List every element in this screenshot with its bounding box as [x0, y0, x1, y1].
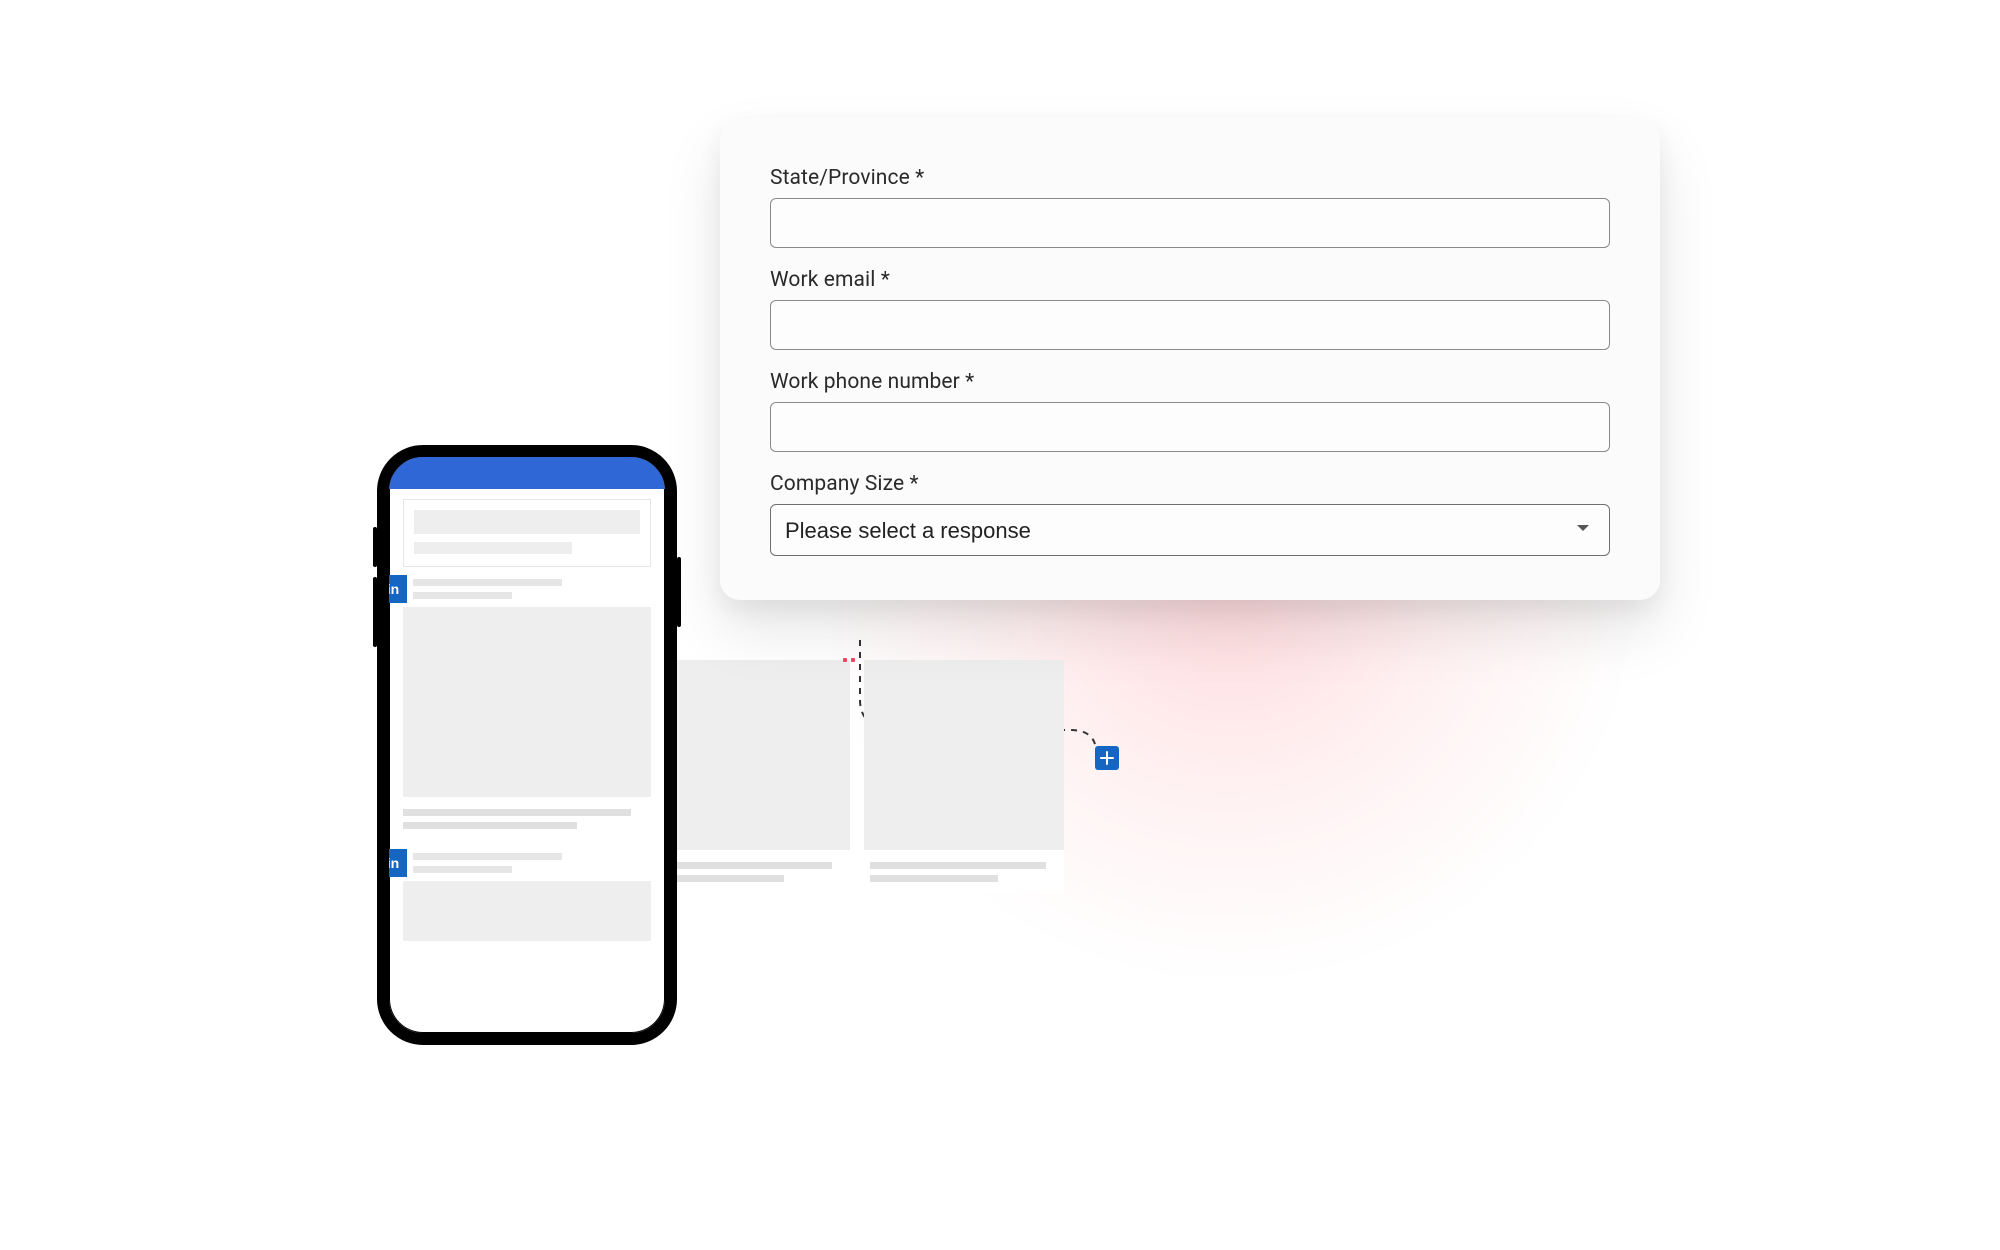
linkedin-icon: in — [389, 849, 407, 877]
connector-dots — [843, 658, 855, 662]
placeholder-subtitle — [414, 542, 572, 554]
phone-status-bar — [389, 457, 665, 489]
field-email: Work email * — [770, 268, 1610, 350]
field-phone: Work phone number * — [770, 370, 1610, 452]
add-step-button[interactable] — [1095, 746, 1119, 770]
feed-header-card — [403, 499, 651, 567]
linkedin-glyph: in — [389, 856, 399, 870]
phone-power-button — [677, 557, 681, 627]
placeholder-line — [413, 866, 512, 873]
email-input[interactable] — [770, 300, 1610, 350]
company-size-label: Company Size * — [770, 472, 1610, 496]
carousel-card — [650, 660, 850, 892]
phone-volume-button-2 — [373, 577, 377, 647]
placeholder-line — [413, 853, 562, 860]
phone-input[interactable] — [770, 402, 1610, 452]
company-size-select[interactable]: Please select a response — [770, 504, 1610, 556]
state-input[interactable] — [770, 198, 1610, 248]
field-company-size: Company Size * Please select a response — [770, 472, 1610, 556]
phone-screen: in in — [389, 457, 665, 1033]
placeholder-line — [656, 862, 832, 869]
plus-icon — [1100, 751, 1114, 765]
feed-post: in — [403, 575, 651, 829]
placeholder-line — [413, 592, 512, 599]
field-state: State/Province * — [770, 166, 1610, 248]
placeholder-image — [864, 660, 1064, 850]
linkedin-icon: in — [389, 575, 407, 603]
placeholder-line — [870, 875, 998, 882]
phone-mockup: in in — [377, 445, 677, 1045]
placeholder-image — [403, 607, 651, 797]
phone-volume-button — [373, 527, 377, 567]
placeholder-line — [413, 579, 562, 586]
linkedin-glyph: in — [389, 582, 399, 596]
email-label: Work email * — [770, 268, 1610, 292]
placeholder-line — [403, 809, 631, 816]
placeholder-line — [870, 862, 1046, 869]
phone-label: Work phone number * — [770, 370, 1610, 394]
lead-form-card: State/Province * Work email * Work phone… — [720, 118, 1660, 600]
placeholder-image — [403, 881, 651, 941]
placeholder-image — [650, 660, 850, 850]
placeholder-line — [403, 822, 577, 829]
state-label: State/Province * — [770, 166, 1610, 190]
carousel-card — [864, 660, 1064, 892]
feed: in in — [389, 489, 665, 941]
placeholder-title — [414, 510, 640, 534]
feed-post: in — [403, 849, 651, 941]
